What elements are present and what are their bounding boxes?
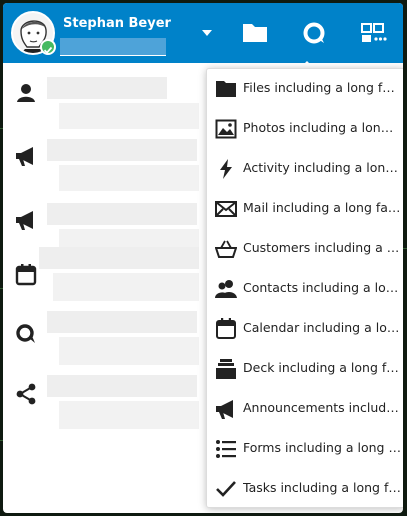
list-item[interactable] [3, 133, 203, 197]
user-status-field[interactable] [60, 38, 166, 56]
list-icon [216, 440, 236, 458]
menu-item-label: Deck including a long fake name [243, 360, 401, 375]
folder-icon [216, 81, 236, 97]
menu-item-label: Activity including a long fake name [243, 160, 401, 175]
menu-item-label: Announcements including a long fake name [243, 400, 401, 415]
talk-icon [303, 22, 325, 44]
list-item[interactable] [3, 69, 203, 133]
menu-item-forms[interactable]: Forms including a long fake name [207, 429, 403, 469]
menu-item-activity[interactable]: Activity including a long fake name [207, 149, 403, 189]
files-header-button[interactable] [241, 21, 269, 45]
list-item[interactable] [3, 375, 203, 453]
megaphone-icon [16, 147, 33, 166]
checkmark-icon [216, 481, 236, 497]
menu-item-contacts[interactable]: Contacts including a long fake name [207, 269, 403, 309]
calendar-icon [216, 318, 236, 339]
lightning-icon [220, 159, 232, 179]
share-icon [16, 383, 36, 405]
online-status-icon [40, 39, 56, 55]
talk-icon [16, 324, 35, 343]
user-name[interactable]: Stephan Beyer [63, 16, 171, 31]
megaphone-icon [16, 211, 33, 230]
user-icon [17, 84, 35, 102]
basket-icon [215, 240, 237, 258]
contacts-icon [215, 280, 237, 298]
app-menu: Files including a long fake name Photos … [206, 68, 403, 508]
menu-item-mail[interactable]: Mail including a long fake name [207, 189, 403, 229]
menu-caret [300, 61, 314, 68]
apps-menu-button[interactable] [359, 21, 389, 45]
menu-item-label: Photos including a long fake name [243, 120, 401, 135]
apps-grid-icon [361, 23, 387, 42]
menu-item-label: Files including a long fake name [243, 80, 401, 95]
folder-icon [243, 24, 267, 42]
menu-item-label: Tasks including a long fake name [243, 480, 401, 495]
chevron-down-icon[interactable] [202, 30, 212, 36]
menu-item-label: Mail including a long fake name [243, 200, 401, 215]
menu-item-deck[interactable]: Deck including a long fake name [207, 349, 403, 389]
mail-icon [215, 201, 237, 217]
menu-item-label: Contacts including a long fake name [243, 280, 401, 295]
dashboard-panel: Stephan Beyer Files including a long fak… [3, 3, 403, 513]
menu-item-files[interactable]: Files including a long fake name [207, 69, 403, 109]
menu-item-calendar[interactable]: Calendar including a long fake name [207, 309, 403, 349]
menu-item-label: Calendar including a long fake name [243, 320, 401, 335]
deck-icon [216, 359, 236, 379]
menu-item-tasks[interactable]: Tasks including a long fake name [207, 469, 403, 509]
header-bar: Stephan Beyer [3, 3, 403, 63]
menu-item-customers[interactable]: Customers including a long fake name [207, 229, 403, 269]
menu-item-label: Forms including a long fake name [243, 440, 401, 455]
calendar-icon [15, 264, 37, 286]
talk-header-button[interactable] [301, 21, 329, 45]
megaphone-icon [216, 400, 233, 419]
image-icon [215, 119, 237, 139]
menu-item-label: Customers including a long fake name [243, 240, 401, 255]
menu-item-announcements[interactable]: Announcements including a long fake name [207, 389, 403, 429]
menu-item-photos[interactable]: Photos including a long fake name [207, 109, 403, 149]
